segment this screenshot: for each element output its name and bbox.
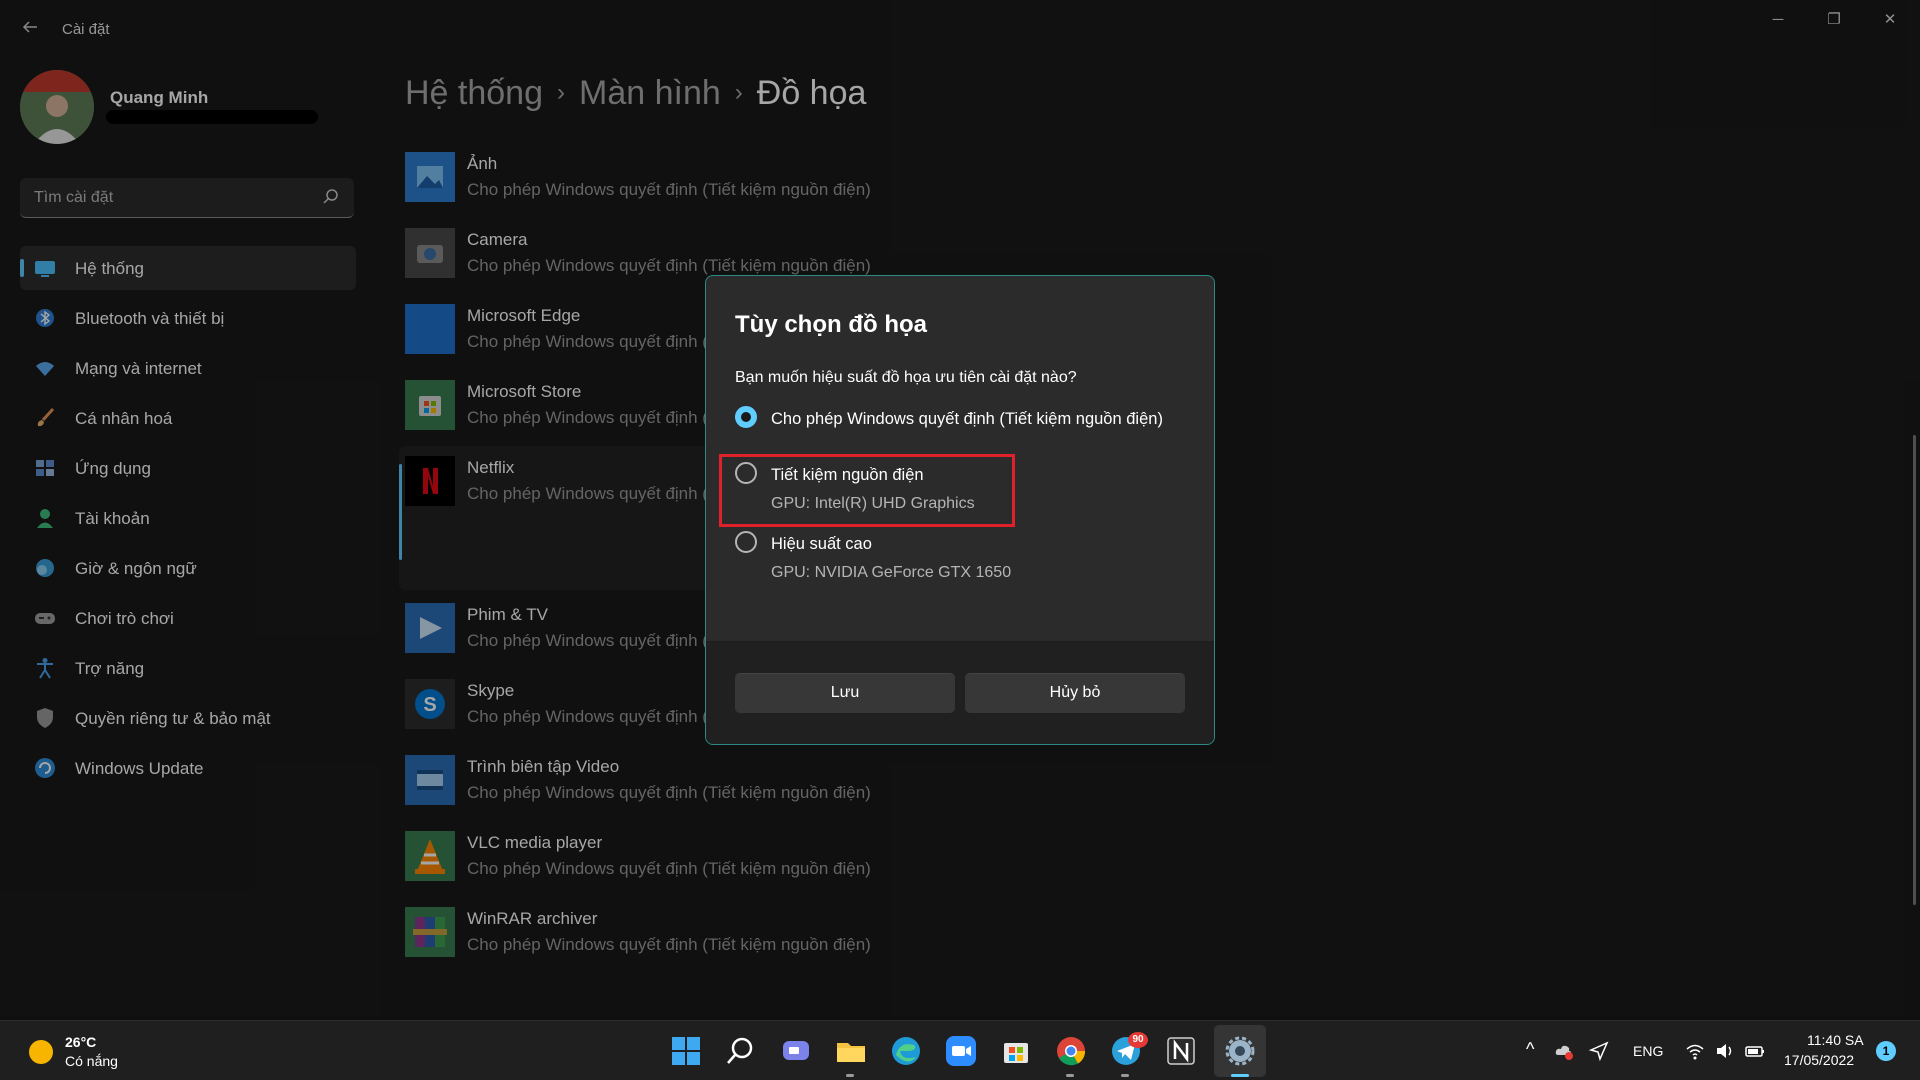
dialog-title: Tùy chọn đồ họa xyxy=(735,311,927,338)
taskbar: 26°C Có nắng 90 ^ ENG 11:40 SA 17/05/202… xyxy=(0,1020,1920,1080)
graphics-options-dialog: Tùy chọn đồ họa Bạn muốn hiệu suất đồ họ… xyxy=(705,275,1215,745)
store-icon[interactable] xyxy=(1000,1035,1032,1067)
chrome-icon[interactable] xyxy=(1055,1035,1087,1067)
clock-time[interactable]: 11:40 SA xyxy=(1807,1032,1864,1048)
location-arrow-icon[interactable] xyxy=(1589,1041,1609,1061)
sun-icon[interactable] xyxy=(29,1040,53,1064)
language-indicator[interactable]: ENG xyxy=(1633,1043,1663,1059)
radio-label: Tiết kiệm nguồn điện xyxy=(771,466,924,484)
weather-description[interactable]: Có nắng xyxy=(65,1053,118,1069)
search-icon[interactable] xyxy=(725,1035,757,1067)
settings-window: Cài đặt ─ ❐ ✕ Quang Minh Tìm cài đặt Hệ … xyxy=(0,0,1920,1020)
dialog-question: Bạn muốn hiệu suất đồ họa ưu tiên cài đặ… xyxy=(735,369,1077,386)
radio-label: Cho phép Windows quyết định (Tiết kiệm n… xyxy=(771,410,1163,428)
running-indicator xyxy=(1121,1074,1129,1077)
radio-label: Hiệu suất cao xyxy=(771,535,872,553)
file-explorer-icon[interactable] xyxy=(835,1035,867,1067)
edge-icon[interactable] xyxy=(890,1035,922,1067)
radio-button[interactable] xyxy=(735,531,757,553)
active-indicator xyxy=(1231,1074,1249,1077)
radio-button[interactable] xyxy=(735,462,757,484)
wifi-icon[interactable] xyxy=(1685,1041,1705,1061)
zoom-icon[interactable] xyxy=(945,1035,977,1067)
save-button[interactable]: Lưu xyxy=(735,673,955,713)
notion-icon[interactable] xyxy=(1165,1035,1197,1067)
cancel-button[interactable]: Hủy bỏ xyxy=(965,673,1185,713)
gpu-name: GPU: NVIDIA GeForce GTX 1650 xyxy=(771,564,1012,581)
windows-start-icon[interactable] xyxy=(670,1035,702,1067)
radio-button-checked[interactable] xyxy=(735,406,757,428)
notification-badge: 90 xyxy=(1128,1032,1148,1048)
dialog-footer: Lưu Hủy bỏ xyxy=(706,641,1214,744)
volume-icon[interactable] xyxy=(1715,1041,1735,1061)
cloud-icon[interactable] xyxy=(1554,1041,1574,1061)
chevron-up-icon[interactable]: ^ xyxy=(1526,1039,1534,1060)
settings-gear-icon[interactable] xyxy=(1224,1035,1256,1067)
gpu-name: GPU: Intel(R) UHD Graphics xyxy=(771,495,975,512)
clock-date[interactable]: 17/05/2022 xyxy=(1784,1052,1854,1068)
notification-count-badge[interactable]: 1 xyxy=(1876,1041,1896,1061)
battery-icon[interactable] xyxy=(1745,1041,1765,1061)
chat-icon[interactable] xyxy=(780,1035,812,1067)
running-indicator xyxy=(1066,1074,1074,1077)
running-indicator xyxy=(846,1074,854,1077)
weather-temperature[interactable]: 26°C xyxy=(65,1034,96,1050)
